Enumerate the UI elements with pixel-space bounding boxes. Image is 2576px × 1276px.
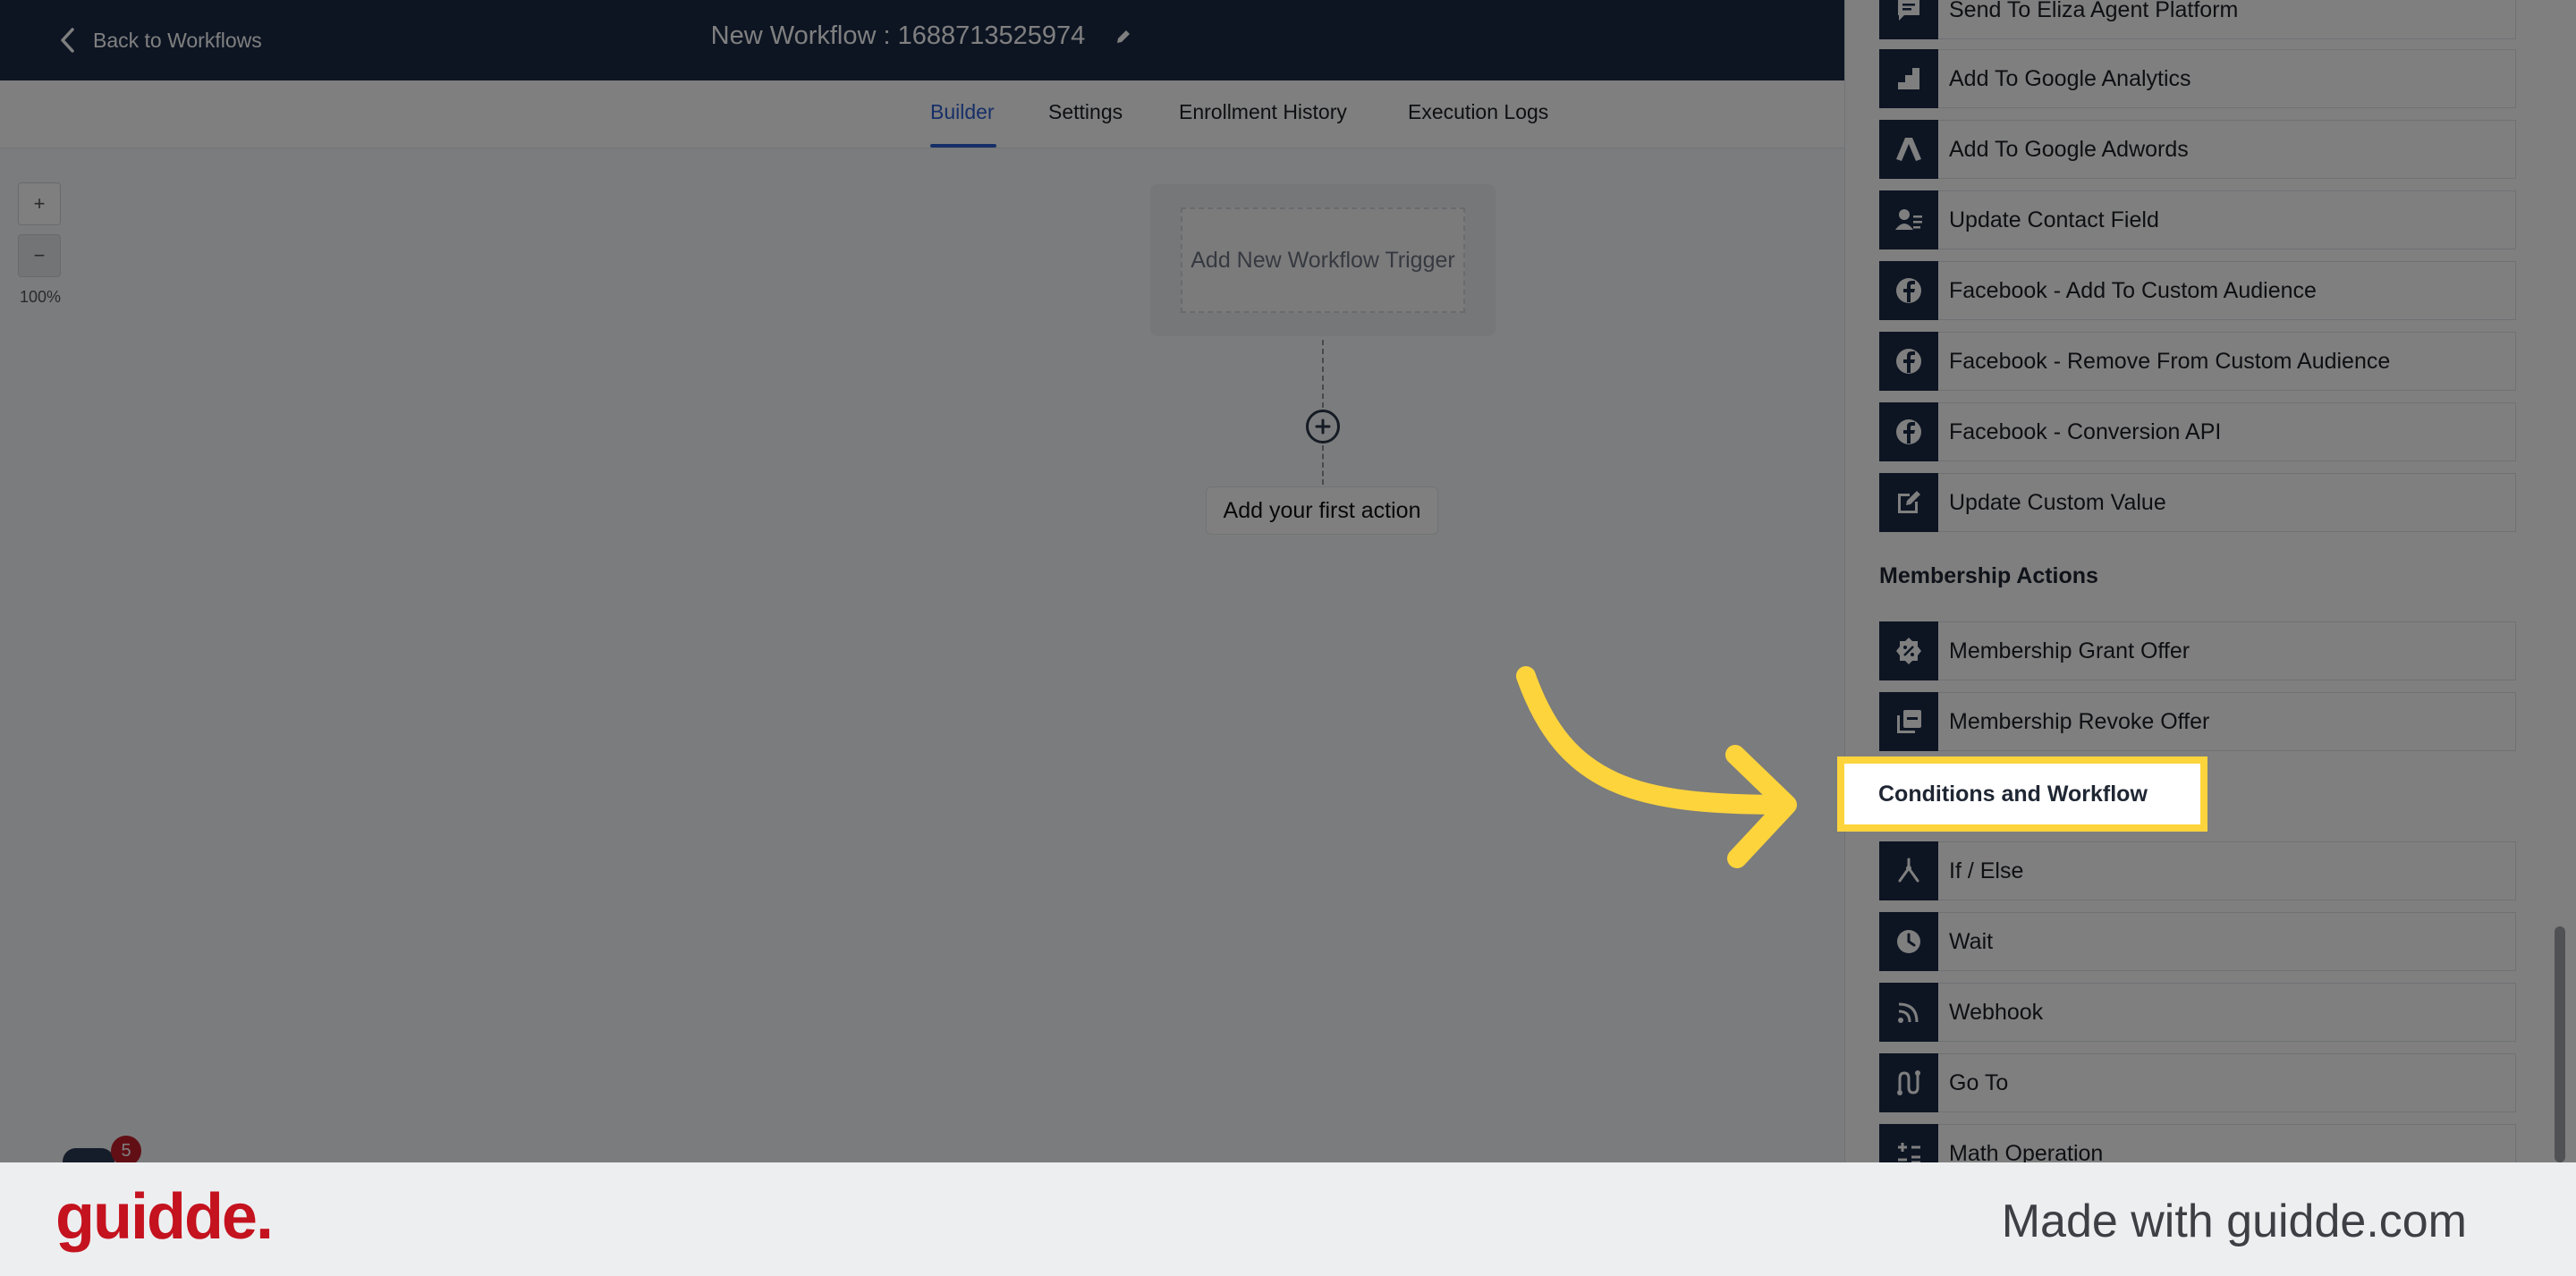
zoom-out-button[interactable]: − xyxy=(18,234,61,277)
action-facebook-remove-audience[interactable]: Facebook - Remove From Custom Audience xyxy=(1879,332,2516,391)
adwords-icon xyxy=(1879,120,1938,179)
split-icon xyxy=(1879,841,1938,900)
tab-bar: Builder Settings Enrollment History Exec… xyxy=(0,80,1844,148)
stack-icon xyxy=(1879,692,1938,751)
zoom-controls: + − xyxy=(18,182,61,286)
action-add-to-google-analytics[interactable]: Add To Google Analytics xyxy=(1879,49,2516,108)
math-icon xyxy=(1879,1124,1938,1162)
clock-icon xyxy=(1879,912,1938,971)
action-label: Webhook xyxy=(1949,999,2044,1025)
action-label: Update Contact Field xyxy=(1949,207,2159,232)
connector-line xyxy=(1322,445,1324,485)
action-webhook[interactable]: Webhook xyxy=(1879,983,2516,1042)
action-update-contact-field[interactable]: Update Contact Field xyxy=(1879,190,2516,249)
tab-settings[interactable]: Settings xyxy=(1048,100,1123,124)
route-icon xyxy=(1879,1053,1938,1112)
facebook-icon xyxy=(1879,332,1938,391)
footer-bar: guidde. Made with guidde.com xyxy=(0,1162,2576,1276)
guidde-logo: guidde. xyxy=(55,1181,274,1253)
facebook-icon xyxy=(1879,261,1938,320)
rss-icon xyxy=(1879,983,1938,1042)
action-membership-grant-offer[interactable]: Membership Grant Offer xyxy=(1879,621,2516,680)
facebook-icon xyxy=(1879,402,1938,461)
action-label: Math Operation xyxy=(1949,1140,2104,1163)
action-add-to-google-adwords[interactable]: Add To Google Adwords xyxy=(1879,120,2516,179)
badge-icon xyxy=(1879,621,1938,680)
tab-builder[interactable]: Builder xyxy=(930,100,995,124)
chat-widget-toggle[interactable] xyxy=(63,1148,114,1162)
action-if-else[interactable]: If / Else xyxy=(1879,841,2516,900)
tab-execution-logs[interactable]: Execution Logs xyxy=(1408,100,1548,124)
connector-line xyxy=(1322,340,1324,408)
action-label: Membership Grant Offer xyxy=(1949,638,2190,663)
action-label: Send To Eliza Agent Platform xyxy=(1949,0,2239,22)
plus-icon xyxy=(1315,418,1331,435)
action-label: Wait xyxy=(1949,928,1994,954)
add-trigger-button[interactable]: Add New Workflow Trigger xyxy=(1181,207,1465,313)
action-label: Update Custom Value xyxy=(1949,489,2166,515)
action-label: Facebook - Add To Custom Audience xyxy=(1949,277,2317,303)
membership-actions-header: Membership Actions xyxy=(1879,563,2098,588)
actions-sidebar: Send To Eliza Agent Platform Add To Goog… xyxy=(1844,0,2576,1162)
action-label: Go To xyxy=(1949,1069,2009,1095)
action-label: Facebook - Conversion API xyxy=(1949,418,2222,444)
made-with-text: Made with guidde.com xyxy=(2001,1196,2467,1247)
action-go-to[interactable]: Go To xyxy=(1879,1053,2516,1112)
workflow-builder-area: Back to Workflows New Workflow : 1688713… xyxy=(0,0,1844,1162)
first-action-node[interactable]: Add your first action xyxy=(1206,486,1438,535)
action-label: Membership Revoke Offer xyxy=(1949,708,2210,734)
tab-enrollment-history[interactable]: Enrollment History xyxy=(1179,100,1347,124)
action-send-to-eliza[interactable]: Send To Eliza Agent Platform xyxy=(1879,0,2516,39)
edit-icon xyxy=(1879,473,1938,532)
action-membership-revoke-offer[interactable]: Membership Revoke Offer xyxy=(1879,692,2516,751)
workflow-title: New Workflow : 1688713525974 xyxy=(0,21,1844,51)
add-action-button[interactable] xyxy=(1306,410,1340,444)
analytics-icon xyxy=(1879,49,1938,108)
zoom-level: 100% xyxy=(20,288,62,306)
contact-card-icon xyxy=(1879,190,1938,249)
action-label: Add To Google Analytics xyxy=(1949,65,2191,91)
action-facebook-conversion-api[interactable]: Facebook - Conversion API xyxy=(1879,402,2516,461)
workflow-title-text: New Workflow : 1688713525974 xyxy=(710,21,1086,50)
zoom-in-button[interactable]: + xyxy=(18,182,61,225)
action-update-custom-value[interactable]: Update Custom Value xyxy=(1879,473,2516,532)
notification-badge: 5 xyxy=(111,1136,141,1162)
action-label: Add To Google Adwords xyxy=(1949,136,2189,162)
active-tab-indicator xyxy=(930,144,996,148)
chat-icon xyxy=(1879,0,1938,39)
action-label: Facebook - Remove From Custom Audience xyxy=(1949,348,2391,374)
pencil-icon[interactable] xyxy=(1114,27,1133,46)
scrollbar-thumb[interactable] xyxy=(2555,926,2565,1162)
action-facebook-add-audience[interactable]: Facebook - Add To Custom Audience xyxy=(1879,261,2516,320)
app-window: Back to Workflows New Workflow : 1688713… xyxy=(0,0,2576,1162)
action-math-operation[interactable]: Math Operation xyxy=(1879,1124,2516,1162)
conditions-and-workflow-header: Conditions and Workflow xyxy=(1878,781,2148,807)
trigger-card: Add New Workflow Trigger xyxy=(1150,184,1496,336)
top-bar: Back to Workflows New Workflow : 1688713… xyxy=(0,0,1844,80)
action-label: If / Else xyxy=(1949,858,2024,883)
conditions-and-workflow-highlight: Conditions and Workflow xyxy=(1837,756,2207,832)
action-wait[interactable]: Wait xyxy=(1879,912,2516,971)
